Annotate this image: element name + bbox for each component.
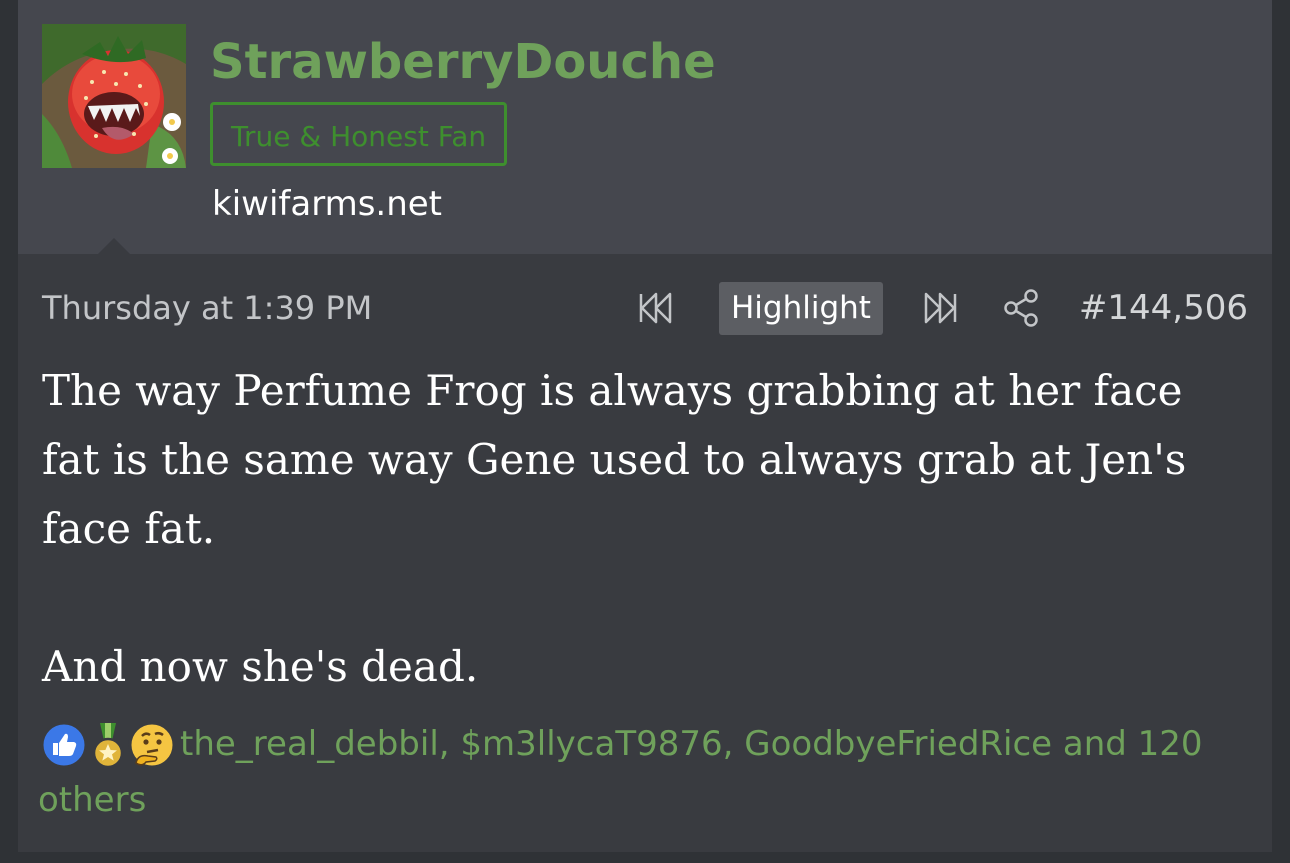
post-number-link[interactable]: #144,506 (1079, 286, 1248, 330)
thinking-icon[interactable] (128, 721, 176, 769)
reactions-bar: the_real_debbil, $m3llycaT9876, GoodbyeF… (38, 716, 1248, 828)
post-paragraph: The way Perfume Frog is always grabbing … (42, 366, 1187, 553)
highlight-button[interactable]: Highlight (719, 282, 883, 335)
user-title-badge: True & Honest Fan (210, 102, 508, 166)
avatar[interactable] (42, 24, 186, 168)
previous-highlight-icon[interactable] (636, 290, 676, 326)
post-date[interactable]: Thursday at 1:39 PM (42, 286, 372, 330)
reaction-users-link[interactable]: the_real_debbil, $m3llycaT9876, GoodbyeF… (38, 724, 1203, 820)
winner-icon[interactable] (84, 721, 132, 769)
next-highlight-icon[interactable] (920, 290, 960, 326)
reaction-icons[interactable] (38, 716, 180, 772)
post-body: The way Perfume Frog is always grabbing … (42, 356, 1248, 701)
post-container: StrawberryDouche True & Honest Fan kiwif… (18, 0, 1272, 852)
like-icon[interactable] (40, 721, 88, 769)
user-site: kiwifarms.net (212, 184, 443, 224)
header-pointer (98, 238, 130, 254)
user-header: StrawberryDouche True & Honest Fan kiwif… (18, 0, 1272, 254)
username[interactable]: StrawberryDouche (210, 32, 716, 92)
strawberry-avatar-icon (42, 24, 186, 168)
share-icon[interactable] (1002, 288, 1040, 328)
post-paragraph: And now she's dead. (42, 642, 479, 691)
post-meta-bar: Thursday at 1:39 PM Highlight #144,506 (42, 280, 1248, 336)
